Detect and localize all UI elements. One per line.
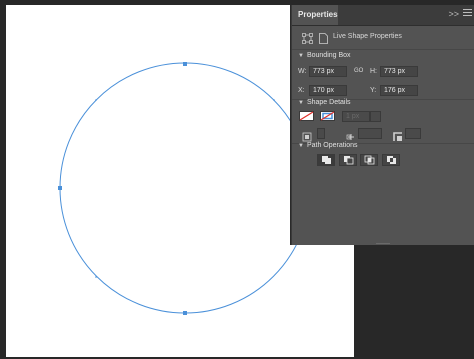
x-field[interactable]: 170 px (309, 85, 347, 96)
exclude-overlapping-shapes-icon (387, 156, 396, 164)
link-dimensions-icon[interactable]: GO (354, 66, 363, 77)
panel-tab-bar: Properties >> (292, 5, 474, 26)
subtract-front-shape-button[interactable] (339, 154, 357, 166)
stroke-caps-icon[interactable] (346, 129, 356, 140)
y-label: Y: (370, 87, 377, 94)
bounding-box-label: Bounding Box (306, 52, 351, 59)
panel-menu-icon[interactable] (463, 9, 472, 17)
shape-details-label: Shape Details (306, 99, 351, 106)
height-label: H: (370, 68, 377, 75)
fill-swatch[interactable] (299, 111, 314, 121)
stroke-corners-icon[interactable] (393, 129, 403, 141)
x-label: X: (298, 87, 305, 94)
combine-shapes-icon (322, 156, 331, 164)
live-shape-title: Live Shape Properties (333, 33, 402, 40)
y-field[interactable]: 176 px (380, 85, 418, 96)
divider (292, 49, 474, 50)
anchor-point-left[interactable] (58, 186, 62, 190)
disclosure-triangle-icon: ▼ (298, 100, 304, 106)
disclosure-triangle-icon: ▼ (298, 143, 304, 149)
width-field[interactable]: 773 px (309, 66, 347, 77)
collapse-panel-button[interactable]: >> (448, 9, 459, 19)
anchor-point-top[interactable] (183, 62, 187, 66)
panel-resize-grip[interactable] (376, 243, 390, 244)
transform-icon[interactable] (302, 31, 313, 44)
live-shape-header: Live Shape Properties (292, 29, 474, 47)
exclude-overlapping-shapes-button[interactable] (382, 154, 400, 166)
intersect-shape-areas-button[interactable] (360, 154, 378, 166)
control-point (273, 99, 275, 101)
stroke-width-dropdown[interactable] (370, 111, 381, 122)
subtract-front-shape-icon (344, 156, 354, 165)
properties-panel: Properties >> Live Shape Properties ▼ Bou… (291, 5, 474, 245)
bounding-box-section-header[interactable]: ▼ Bounding Box (292, 51, 474, 61)
disclosure-triangle-icon: ▼ (298, 53, 304, 59)
intersect-shape-areas-icon (364, 155, 375, 165)
combine-shapes-button[interactable] (317, 154, 335, 166)
stroke-width-field[interactable]: 1 px (342, 111, 370, 122)
circle-path[interactable] (59, 62, 311, 314)
shape-details-section-header[interactable]: ▼ Shape Details (292, 98, 474, 108)
document-icon (319, 31, 328, 44)
path-operations-section-header[interactable]: ▼ Path Operations (292, 141, 474, 151)
path-operations-label: Path Operations (306, 142, 358, 149)
stroke-align-dropdown[interactable] (317, 128, 325, 139)
width-label: W: (298, 68, 307, 75)
control-point (95, 276, 97, 278)
stroke-swatch[interactable] (320, 111, 335, 121)
stroke-corners-dropdown[interactable] (405, 128, 421, 139)
height-field[interactable]: 773 px (380, 66, 418, 77)
anchor-point-bottom[interactable] (183, 311, 187, 315)
stroke-align-icon[interactable] (302, 129, 312, 142)
tab-properties[interactable]: Properties (292, 5, 338, 25)
stroke-caps-dropdown[interactable] (358, 128, 382, 139)
control-point (95, 99, 97, 101)
